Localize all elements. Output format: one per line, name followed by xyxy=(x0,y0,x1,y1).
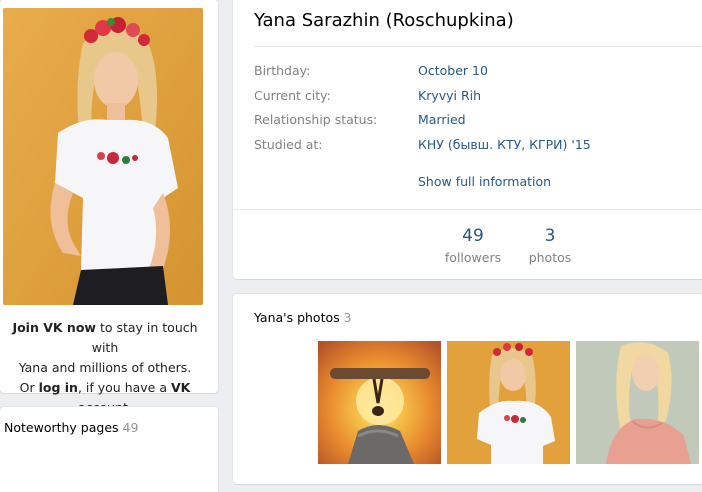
info-value-studied[interactable]: КНУ (бывш. КТУ, КГРИ) '15 xyxy=(418,137,591,152)
join-prompt: Join VK now to stay in touch with Yana a… xyxy=(0,318,210,418)
info-label: Current city: xyxy=(254,88,331,103)
join-or: Or xyxy=(19,380,39,395)
followers-count: 49 xyxy=(462,226,484,246)
photo-thumbnail-2[interactable] xyxy=(447,341,570,464)
info-label: Studied at: xyxy=(254,137,323,152)
join-text-1: to stay in touch with xyxy=(91,320,198,355)
noteworthy-title: Noteworthy pages xyxy=(4,420,119,435)
info-row-birthday: Birthday: October 10 xyxy=(254,63,702,81)
info-value-relationship[interactable]: Married xyxy=(418,112,466,127)
avatar-image xyxy=(3,8,203,305)
login-link[interactable]: log in xyxy=(39,380,78,395)
join-mid: , if you have a xyxy=(77,380,171,395)
join-text-2: Yana and millions of others. xyxy=(18,360,192,375)
photo-thumbnail-3[interactable] xyxy=(576,341,699,464)
photo-image xyxy=(318,341,441,464)
followers-counter[interactable]: 49 followers xyxy=(433,226,513,265)
photos-card: Yana's photos 3 xyxy=(233,294,702,484)
photos-counter[interactable]: 3 photos xyxy=(510,226,590,265)
photos-label: photos xyxy=(528,250,572,265)
join-link[interactable]: Join VK now xyxy=(12,320,96,335)
photos-title: Yana's photos xyxy=(254,310,340,325)
info-label: Birthday: xyxy=(254,63,311,78)
info-value-city[interactable]: Kryvyi Rih xyxy=(418,88,481,103)
info-value-birthday[interactable]: October 10 xyxy=(418,63,488,78)
info-row-relationship: Relationship status: Married xyxy=(254,112,702,130)
avatar-card: Join VK now to stay in touch with Yana a… xyxy=(0,0,218,415)
profile-info-card: Yana Sarazhin (Roschupkina) Birthday: Oc… xyxy=(233,0,702,279)
photos-header[interactable]: Yana's photos 3 xyxy=(254,310,352,325)
divider xyxy=(254,46,702,47)
photos-header-count: 3 xyxy=(343,310,352,325)
show-full-info-link[interactable]: Show full information xyxy=(418,174,551,189)
info-row-city: Current city: Kryvyi Rih xyxy=(254,88,702,106)
noteworthy-count: 49 xyxy=(122,420,139,435)
info-label: Relationship status: xyxy=(254,112,378,127)
noteworthy-header[interactable]: Noteworthy pages 49 xyxy=(4,420,138,435)
followers-label: followers xyxy=(444,250,502,265)
photos-count: 3 xyxy=(544,226,556,246)
photo-image xyxy=(447,341,570,464)
vk-brand: VK xyxy=(170,380,191,395)
profile-name: Yana Sarazhin (Roschupkina) xyxy=(254,10,514,31)
noteworthy-pages-card: Noteworthy pages 49 xyxy=(0,407,218,492)
photo-thumbnail-1[interactable] xyxy=(318,341,441,464)
profile-avatar[interactable] xyxy=(3,8,203,305)
divider xyxy=(233,209,702,210)
photo-image xyxy=(576,341,699,464)
info-row-studied: Studied at: КНУ (бывш. КТУ, КГРИ) '15 xyxy=(254,137,702,155)
